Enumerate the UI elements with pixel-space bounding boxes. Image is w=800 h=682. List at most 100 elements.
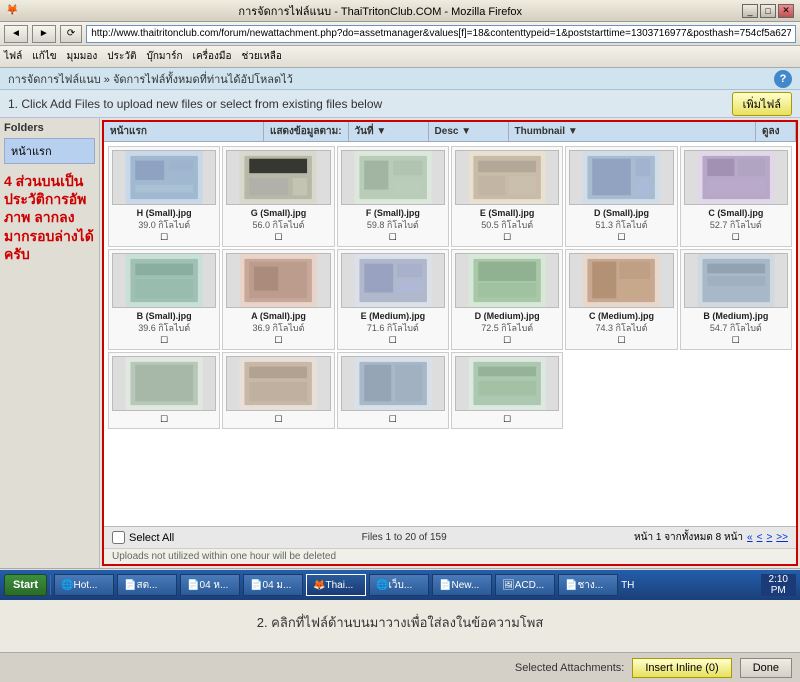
menu-edit[interactable]: แก้ไข [32,49,56,64]
back-button[interactable]: ◄ [4,25,28,43]
content-area: Folders หน้าแรก 4 ส่วนบนเป็นประวัติการอั… [0,118,800,568]
file-item-4[interactable]: D (Small).jpg 51.3 กิโลไบต์ ☐ [565,146,677,247]
file-item-10[interactable]: C (Medium).jpg 74.3 กิโลไบต์ ☐ [565,249,677,350]
taskbar-item-5[interactable]: 🌐 เว็บ... [369,574,429,596]
done-button[interactable]: Done [740,658,792,678]
help-button[interactable]: ? [774,70,792,88]
file-name-7: A (Small).jpg [226,311,330,321]
nav-first[interactable]: « [747,532,753,543]
maximize-button[interactable]: □ [760,4,776,18]
file-item-15[interactable]: ☐ [451,352,563,429]
file-item-3[interactable]: E (Small).jpg 50.5 กิโลไบต์ ☐ [451,146,563,247]
taskbar-item-8[interactable]: 📄 ชาง... [558,574,618,596]
file-item-12[interactable]: ☐ [108,352,220,429]
file-check-6: ☐ [112,335,216,346]
file-item-9[interactable]: D (Medium).jpg 72.5 กิโลไบต์ ☐ [451,249,563,350]
taskbar-item-3[interactable]: 📄 04 ม... [243,574,303,596]
clock-period: PM [771,585,786,596]
col-header-display[interactable]: แสดงข้อมูลตาม: [264,122,349,141]
file-item-5[interactable]: C (Small).jpg 52.7 กิโลไบต์ ☐ [680,146,792,247]
thumb-preview-8 [341,253,445,308]
pagination-info: Files 1 to 20 of 159 [362,532,447,543]
file-item-8[interactable]: E (Medium).jpg 71.6 กิโลไบต์ ☐ [337,249,449,350]
file-item-2[interactable]: F (Small).jpg 59.8 กิโลไบต์ ☐ [337,146,449,247]
file-check-11: ☐ [684,335,788,346]
thumb-preview-13 [226,356,330,411]
sidebar: Folders หน้าแรก 4 ส่วนบนเป็นประวัติการอั… [0,118,100,568]
file-item-7[interactable]: A (Small).jpg 36.9 กิโลไบต์ ☐ [222,249,334,350]
file-check-9: ☐ [455,335,559,346]
file-check-10: ☐ [569,335,673,346]
col-header-desc[interactable]: Desc ▼ [429,122,509,141]
address-bar[interactable] [86,25,796,43]
browser-titlebar: 🦊 การจัดการไฟล์แนบ - ThaiTritonClub.COM … [0,0,800,22]
window-controls: _ □ ✕ [742,4,794,18]
action-footer-bar: Selected Attachments: Insert Inline (0) … [0,652,800,682]
thumb-preview-7 [226,253,330,308]
menu-help[interactable]: ช่วยเหลือ [242,49,282,64]
close-button[interactable]: ✕ [778,4,794,18]
menu-bookmarks[interactable]: บุ๊กมาร์ก [147,49,183,64]
file-size-9: 72.5 กิโลไบต์ [455,321,559,335]
taskbar-item-4[interactable]: 🦊 Thai... [306,574,366,596]
insert-inline-button[interactable]: Insert Inline (0) [632,658,731,678]
file-item-11[interactable]: B (Medium).jpg 54.7 กิโลไบต์ ☐ [680,249,792,350]
refresh-button[interactable]: ⟳ [60,25,82,43]
file-name-5: C (Small).jpg [684,208,788,218]
file-item-6[interactable]: B (Small).jpg 39.6 กิโลไบต์ ☐ [108,249,220,350]
clock-time: 2:10 [769,574,788,585]
lang-indicator[interactable]: TH [621,580,634,591]
file-size-2: 59.8 กิโลไบต์ [341,218,445,232]
select-all-checkbox[interactable] [112,531,125,544]
file-item-13[interactable]: ☐ [222,352,334,429]
select-all-label[interactable]: Select All [129,532,174,544]
file-name-2: F (Small).jpg [341,208,445,218]
file-size-1: 56.0 กิโลไบต์ [226,218,330,232]
thumbnail-grid: H (Small).jpg 39.0 กิโลไบต์ ☐ [104,142,796,433]
taskbar-item-6[interactable]: 📄 New... [432,574,492,596]
file-check-15: ☐ [455,414,559,425]
file-name-6: B (Small).jpg [112,311,216,321]
instruction2-area: 2. คลิกที่ไฟล์ด้านบนมาวางเพื่อใส่ลงในข้อ… [0,592,800,652]
file-size-5: 52.7 กิโลไบต์ [684,218,788,232]
file-check-7: ☐ [226,335,330,346]
upload-note: Uploads not utilized within one hour wil… [104,548,796,564]
col-header-name[interactable]: หน้าแรก [104,122,264,141]
taskbar-item-2[interactable]: 📄 04 ห... [180,574,240,596]
file-check-5: ☐ [684,232,788,243]
file-item-1[interactable]: G (Small).jpg 56.0 กิโลไบต์ ☐ [222,146,334,247]
nav-next[interactable]: > [766,532,772,543]
col-header-date[interactable]: วันที่ ▼ [349,122,429,141]
taskbar-item-1[interactable]: 📄 สต... [117,574,177,596]
menu-file[interactable]: ไฟล์ [4,49,22,64]
breadcrumb: การจัดการไฟล์แนบ » จัดการไฟล์ทั้งหมดที่ท… [8,70,293,88]
file-grid-container: หน้าแรก แสดงข้อมูลตาม: วันที่ ▼ Desc ▼ T… [102,120,798,566]
col-header-thumbnail[interactable]: Thumbnail ▼ [509,122,756,141]
minimize-button[interactable]: _ [742,4,758,18]
taskbar-item-7[interactable]: 🖼 ACD... [495,574,555,596]
thumb-preview-4 [569,150,673,205]
sidebar-item-home[interactable]: หน้าแรก [4,138,95,164]
col-header-action[interactable]: ดูลง [756,122,796,141]
thumb-preview-12 [112,356,216,411]
forward-button[interactable]: ► [32,25,56,43]
add-files-button[interactable]: เพิ่มไฟล์ [732,92,792,116]
file-name-1: G (Small).jpg [226,208,330,218]
menu-history[interactable]: ประวัติ [107,49,136,64]
file-item-14[interactable]: ☐ [337,352,449,429]
sidebar-title: Folders [4,122,95,134]
menu-tools[interactable]: เครื่องมือ [193,49,232,64]
nav-last[interactable]: >> [776,532,788,543]
file-size-6: 39.6 กิโลไบต์ [112,321,216,335]
page-header: การจัดการไฟล์แนบ » จัดการไฟล์ทั้งหมดที่ท… [0,68,800,90]
annotation-text: 4 ส่วนบนเป็นประวัติการอัพภาพ ลากลงมากรอบ… [4,173,94,262]
start-button[interactable]: Start [4,574,47,596]
file-item-0[interactable]: H (Small).jpg 39.0 กิโลไบต์ ☐ [108,146,220,247]
thumb-preview-9 [455,253,559,308]
taskbar-item-0[interactable]: 🌐 Hot... [54,574,114,596]
file-name-4: D (Small).jpg [569,208,673,218]
taskbar: Start 🌐 Hot... 📄 สต... 📄 04 ห... 📄 04 ม.… [0,570,800,600]
menu-view[interactable]: มุมมอง [67,49,98,64]
nav-prev[interactable]: < [757,532,763,543]
file-check-4: ☐ [569,232,673,243]
